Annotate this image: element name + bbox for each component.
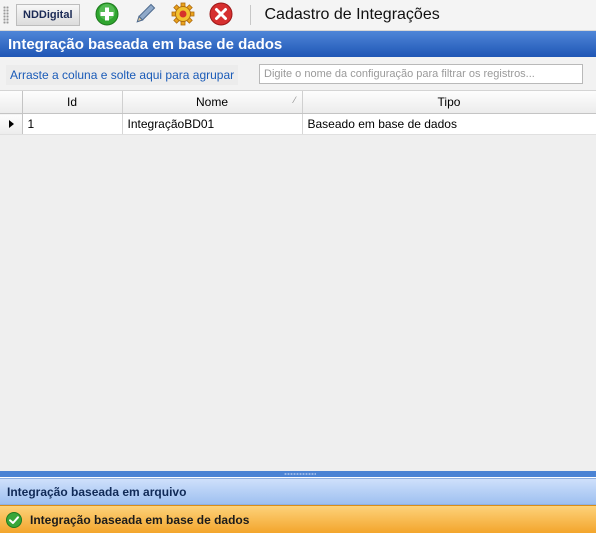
toolbar-separator bbox=[249, 5, 251, 25]
row-indicator bbox=[0, 113, 23, 135]
column-header-tipo[interactable]: Tipo bbox=[302, 91, 596, 114]
cell-nome[interactable]: IntegraçãoBD01 bbox=[122, 113, 303, 135]
add-button[interactable] bbox=[94, 2, 120, 28]
table-row[interactable]: 1 IntegraçãoBD01 Baseado em base de dado… bbox=[0, 113, 596, 135]
toolbar: NDDigital Cadastro de Integrações bbox=[0, 0, 596, 31]
section-header: Integração baseada em base de dados bbox=[0, 31, 596, 57]
close-icon bbox=[209, 2, 233, 29]
delete-button[interactable] bbox=[208, 2, 234, 28]
current-row-arrow-icon bbox=[9, 120, 14, 128]
column-header-id[interactable]: Id bbox=[22, 91, 123, 114]
nav-item-integracao-banco-de-dados[interactable]: Integração baseada em base de dados bbox=[0, 505, 596, 533]
cell-id[interactable]: 1 bbox=[21, 113, 123, 135]
ndd-logo: NDDigital bbox=[16, 4, 80, 26]
panel-splitter[interactable] bbox=[0, 471, 596, 477]
pencil-icon bbox=[133, 2, 157, 29]
toolbar-grip[interactable] bbox=[3, 6, 9, 24]
group-by-panel[interactable]: Arraste a coluna e solte aqui para agrup… bbox=[6, 65, 239, 85]
edit-button[interactable] bbox=[132, 2, 158, 28]
cell-tipo[interactable]: Baseado em base de dados bbox=[302, 113, 596, 135]
column-header-nome[interactable]: Nome ⁄ bbox=[122, 91, 303, 114]
settings-gear-icon bbox=[171, 2, 195, 29]
grid-header-row: Id Nome ⁄ Tipo bbox=[0, 91, 596, 114]
nav-item-label: Integração baseada em base de dados bbox=[30, 512, 250, 527]
add-icon bbox=[95, 2, 119, 29]
screen-title: Cadastro de Integrações bbox=[264, 6, 440, 23]
check-icon bbox=[6, 511, 22, 528]
row-indicator-header bbox=[0, 91, 23, 114]
sort-icon: ⁄ bbox=[293, 95, 296, 105]
group-filter-bar: Arraste a coluna e solte aqui para agrup… bbox=[0, 57, 596, 91]
settings-button[interactable] bbox=[170, 2, 196, 28]
splitter-grip-icon bbox=[284, 473, 316, 475]
nav-item-label: Integração baseada em arquivo bbox=[7, 484, 187, 499]
integrations-grid: Id Nome ⁄ Tipo 1 IntegraçãoBD01 Baseado … bbox=[0, 91, 596, 471]
nav-item-integracao-arquivo[interactable]: Integração baseada em arquivo bbox=[0, 478, 596, 505]
filter-input[interactable] bbox=[259, 64, 583, 84]
